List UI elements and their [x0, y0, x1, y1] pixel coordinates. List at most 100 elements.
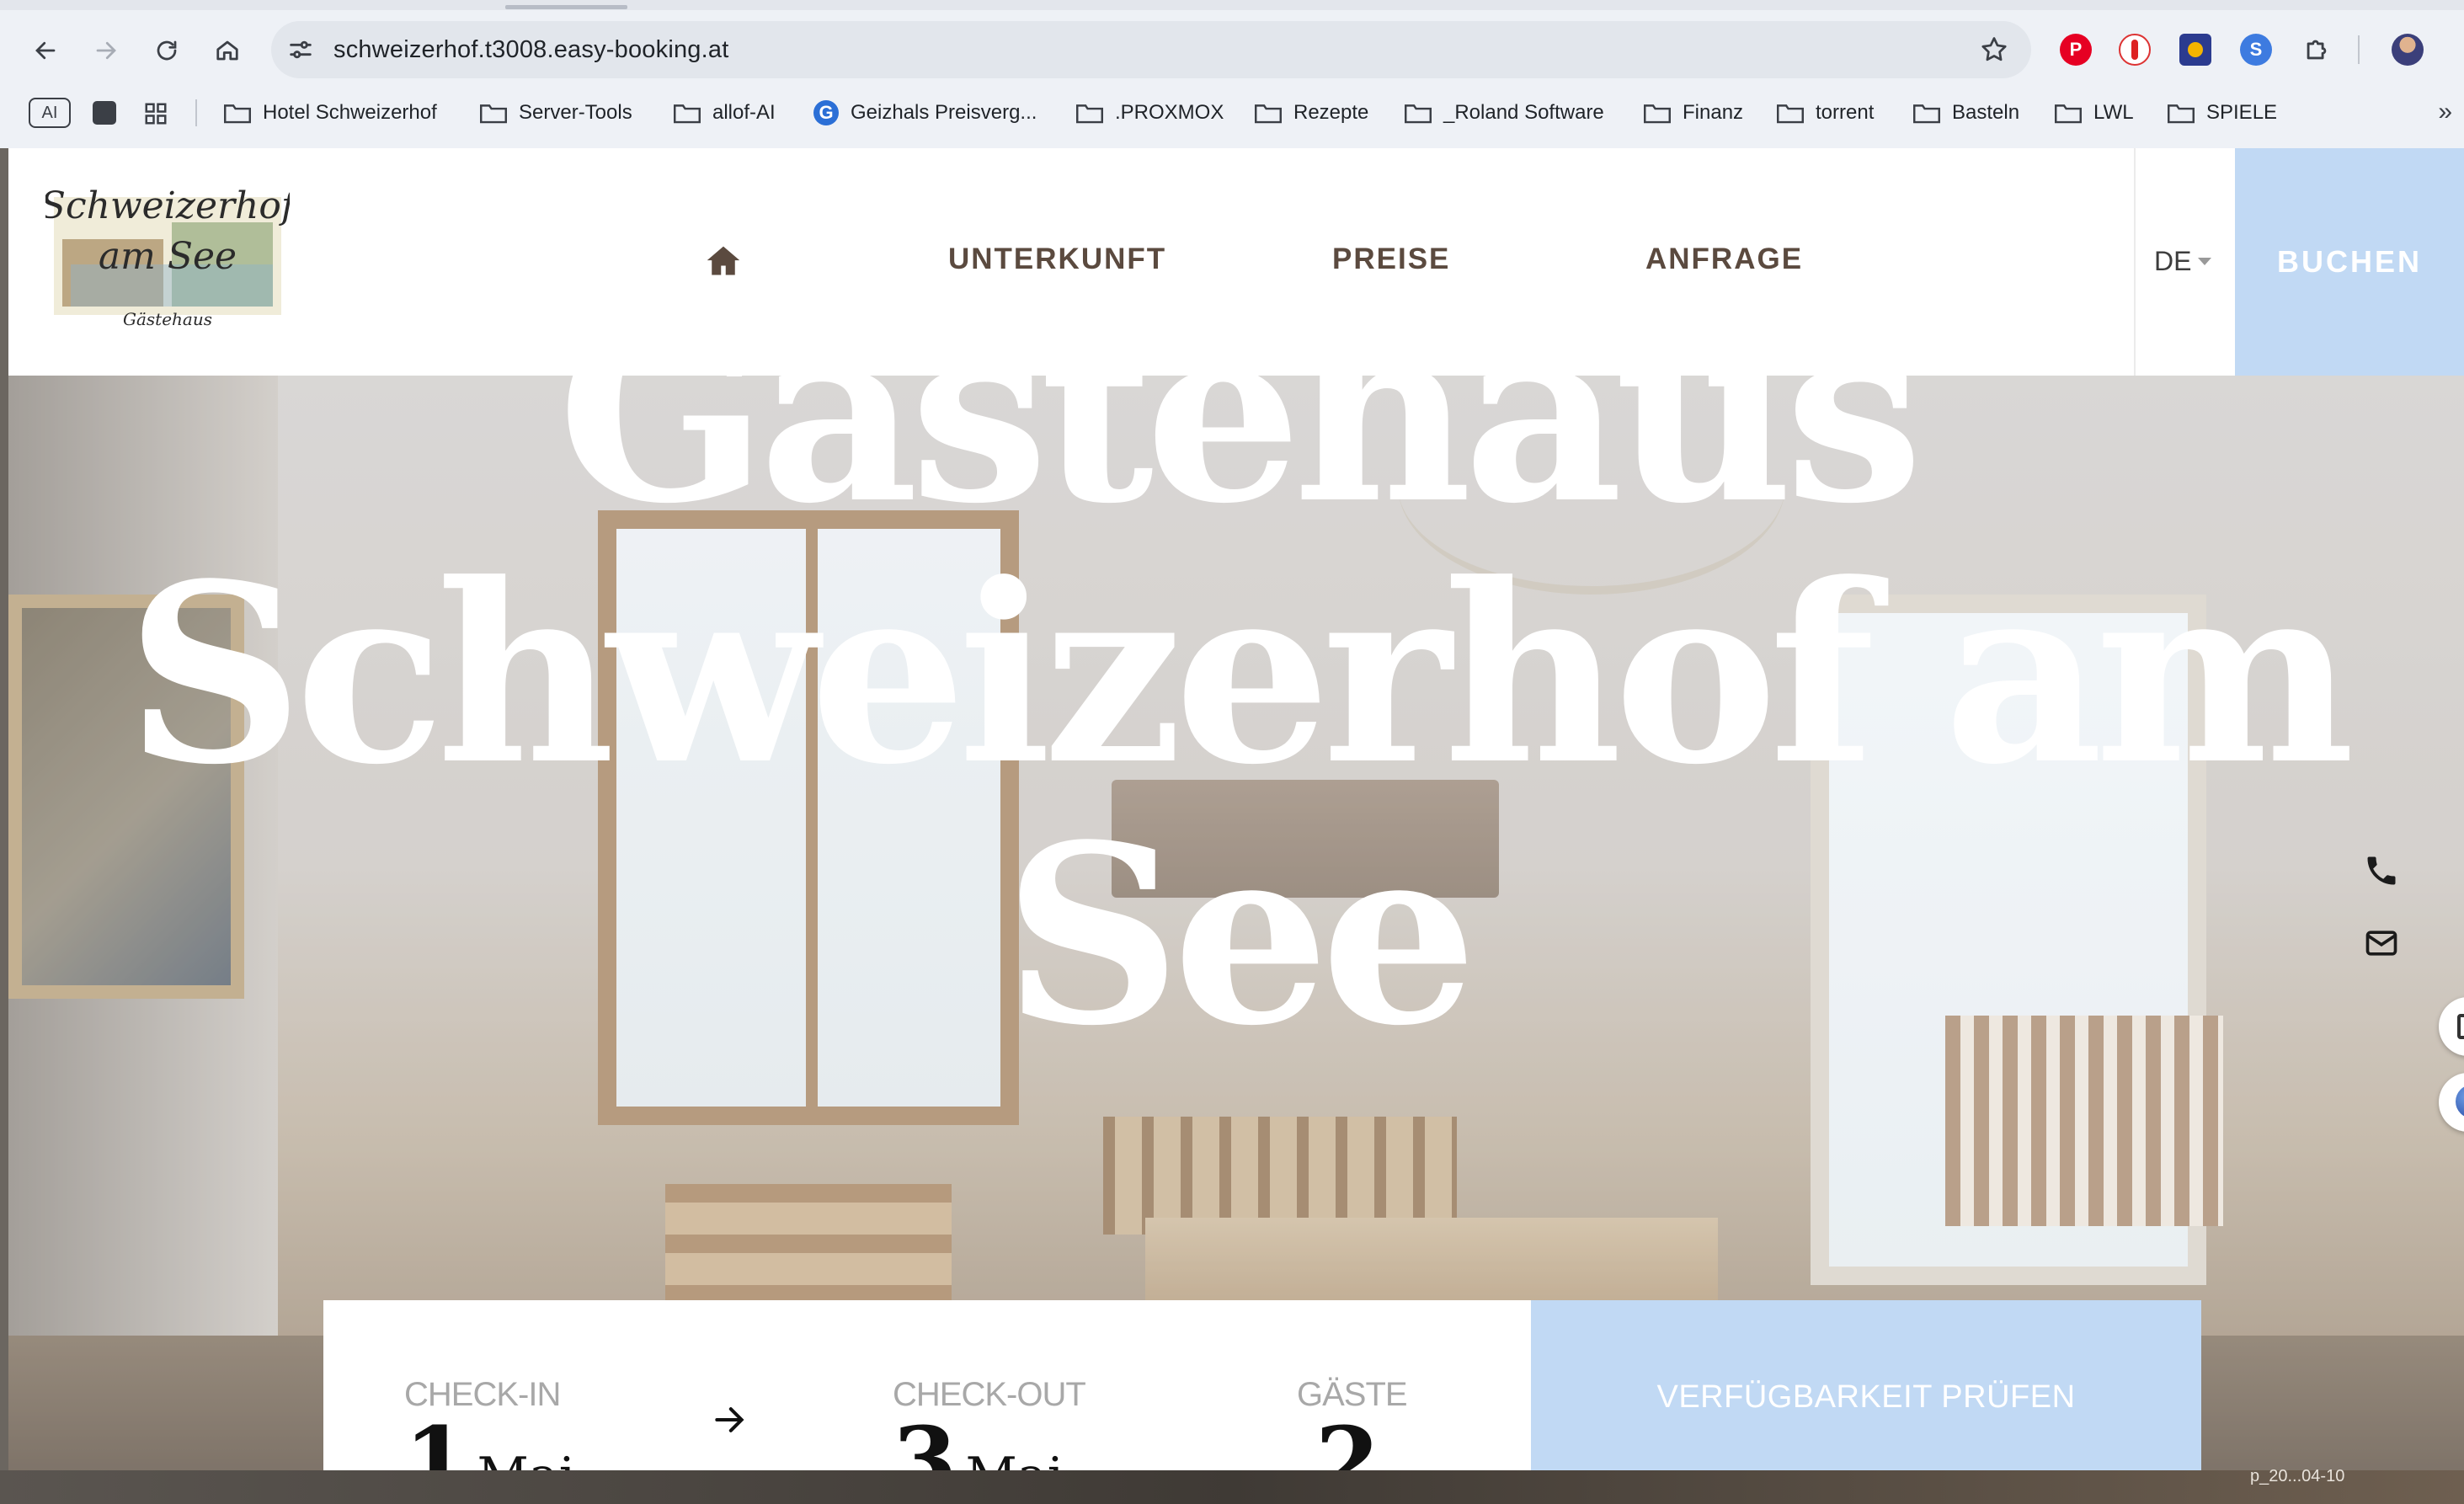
- s-letter: S: [2249, 39, 2263, 60]
- bookmark-label: SPIELE: [2206, 101, 2278, 124]
- site-logo[interactable]: Schweizerhof am See Gästehaus: [40, 180, 301, 336]
- bookmark-label: Finanz: [1683, 101, 1744, 124]
- bookmark-geizhals[interactable]: G Geizhals Preisverg...: [813, 98, 1037, 128]
- more-bookmarks-chevron-icon[interactable]: »: [2438, 98, 2452, 126]
- active-tab-indicator[interactable]: [505, 5, 627, 9]
- toolbar-separator: [2358, 35, 2360, 64]
- s-extension-icon[interactable]: S: [2240, 34, 2272, 66]
- bookmark-label: .PROXMOX: [1115, 101, 1224, 124]
- bookmark-torrent[interactable]: torrent: [1777, 98, 1874, 128]
- widget-doc-icon: [2457, 1014, 2464, 1039]
- bookmark-label: Hotel Schweizerhof: [263, 101, 437, 124]
- nav-anfrage[interactable]: ANFRAGE: [1645, 243, 1803, 276]
- checkout-month: Mai: [966, 1451, 1064, 1470]
- bookmark-proxmox[interactable]: .PROXMOX: [1076, 98, 1224, 128]
- pinterest-extension-icon[interactable]: P: [2060, 34, 2092, 66]
- logo-line-1: Schweizerhof: [45, 184, 290, 227]
- site-header: Schweizerhof am See Gästehaus UNTERKUNFT…: [8, 148, 2464, 376]
- folder-icon: [674, 104, 701, 124]
- globe-icon: [2456, 1085, 2464, 1118]
- profile-avatar[interactable]: [2392, 34, 2424, 66]
- arrow-left-icon: [35, 41, 56, 60]
- checkout-day: 3: [893, 1406, 957, 1471]
- bookmark-label: allof-AI: [712, 101, 776, 124]
- mail-icon[interactable]: [2363, 925, 2400, 962]
- book-button-label: BUCHEN: [2276, 244, 2422, 279]
- colorful-extension-icon[interactable]: [2179, 34, 2211, 66]
- ai-label: AI: [41, 103, 58, 122]
- arrow-right-icon: [96, 41, 116, 60]
- window-left-edge: [0, 148, 8, 1470]
- arrow-right-icon: [715, 1407, 744, 1432]
- checkin-month: Mai: [477, 1451, 575, 1470]
- square-app-icon[interactable]: [93, 101, 116, 125]
- address-bar[interactable]: schweizerhof.t3008.easy-booking.at: [271, 21, 2031, 78]
- folder-icon: [224, 104, 251, 124]
- page-viewport: Gästehaus Schweizerhof am See Schweizerh…: [8, 148, 2464, 1470]
- geizhals-g-icon: G: [813, 100, 839, 125]
- bookmark-allof-ai[interactable]: allof-AI: [674, 98, 776, 128]
- extensions-puzzle-icon[interactable]: [2301, 34, 2333, 66]
- checkout-date[interactable]: 3 Mai: [893, 1406, 1064, 1471]
- bookmark-label: LWL: [2093, 101, 2134, 124]
- nav-preise[interactable]: PREISE: [1332, 243, 1450, 276]
- booking-bar: CHECK-IN 1 Mai CHECK-OUT 3 Mai GÄSTE 2 V…: [323, 1300, 2201, 1470]
- bookmarks-bar: AI Hotel Schweizerhof Server-Tools allof…: [0, 91, 2464, 135]
- folder-icon: [1405, 104, 1432, 124]
- check-availability-label: VERFÜGBARKEIT PRÜFEN: [1656, 1379, 2076, 1415]
- browser-chrome: schweizerhof.t3008.easy-booking.at P S A…: [0, 0, 2464, 148]
- reload-icon: [157, 40, 177, 61]
- folder-icon: [480, 104, 507, 124]
- language-label: DE: [2154, 246, 2192, 276]
- bookmark-star-icon[interactable]: [1979, 35, 2009, 65]
- desktop-file-label[interactable]: p_20...04-10: [2250, 1467, 2344, 1486]
- bookmark-label: _Roland Software: [1443, 101, 1604, 124]
- bookmark-lwl[interactable]: LWL: [2055, 98, 2134, 128]
- guests-count: 2: [1315, 1406, 1380, 1471]
- phone-icon[interactable]: [2363, 852, 2400, 889]
- nav-unterkunft[interactable]: UNTERKUNFT: [948, 243, 1166, 276]
- ai-bookmark-button[interactable]: AI: [29, 98, 71, 128]
- pin-shape: [2131, 40, 2138, 60]
- pinterest-letter: P: [2069, 39, 2083, 60]
- home-button[interactable]: [207, 30, 248, 71]
- pin-extension-icon[interactable]: [2119, 34, 2151, 66]
- apps-grid-icon[interactable]: [143, 101, 168, 126]
- folder-icon: [2055, 104, 2082, 124]
- hero-title: Gästehaus Schweizerhof am See: [8, 283, 2464, 1066]
- desktop-background-strip: [0, 1470, 2464, 1504]
- bookmark-label: Basteln: [1952, 101, 2020, 124]
- logo-line-2: am See: [99, 235, 237, 278]
- folder-icon: [1913, 104, 1940, 124]
- bookmark-spiele[interactable]: SPIELE: [2168, 98, 2277, 128]
- tab-strip: [0, 0, 2464, 10]
- language-selector[interactable]: DE: [2154, 246, 2212, 277]
- bookmark-finanz[interactable]: Finanz: [1644, 98, 1743, 128]
- logo-artwork: Schweizerhof am See Gästehaus: [40, 184, 301, 329]
- home-icon: [216, 40, 238, 61]
- url-text[interactable]: schweizerhof.t3008.easy-booking.at: [333, 36, 728, 64]
- bookmark-basteln[interactable]: Basteln: [1913, 98, 2019, 128]
- folder-icon: [1777, 104, 1804, 124]
- folder-icon: [1076, 104, 1103, 124]
- forward-button[interactable]: [86, 30, 126, 71]
- bookmark-rezepte[interactable]: Rezepte: [1255, 98, 1368, 128]
- home-icon[interactable]: [704, 243, 743, 280]
- caret-down-icon: [2198, 258, 2212, 265]
- guests-value[interactable]: 2: [1315, 1406, 1380, 1471]
- check-availability-button[interactable]: VERFÜGBARKEIT PRÜFEN: [1531, 1300, 2201, 1470]
- hero-title-line: See: [1003, 791, 1477, 1080]
- bookmarks-separator: [195, 99, 197, 126]
- folder-icon: [1644, 104, 1671, 124]
- bookmark-roland-software[interactable]: _Roland Software: [1405, 98, 1604, 128]
- reload-button[interactable]: [147, 30, 187, 71]
- bookmark-label: Geizhals Preisverg...: [851, 101, 1037, 124]
- bookmark-label: Server-Tools: [519, 101, 632, 124]
- site-settings-icon[interactable]: [286, 35, 315, 64]
- bookmark-label: torrent: [1816, 101, 1875, 124]
- bookmark-server-tools[interactable]: Server-Tools: [480, 98, 632, 128]
- checkin-date[interactable]: 1 Mai: [404, 1415, 575, 1471]
- book-button[interactable]: BUCHEN: [2235, 148, 2464, 376]
- bookmark-hotel-schweizerhof[interactable]: Hotel Schweizerhof: [224, 98, 437, 128]
- back-button[interactable]: [25, 30, 66, 71]
